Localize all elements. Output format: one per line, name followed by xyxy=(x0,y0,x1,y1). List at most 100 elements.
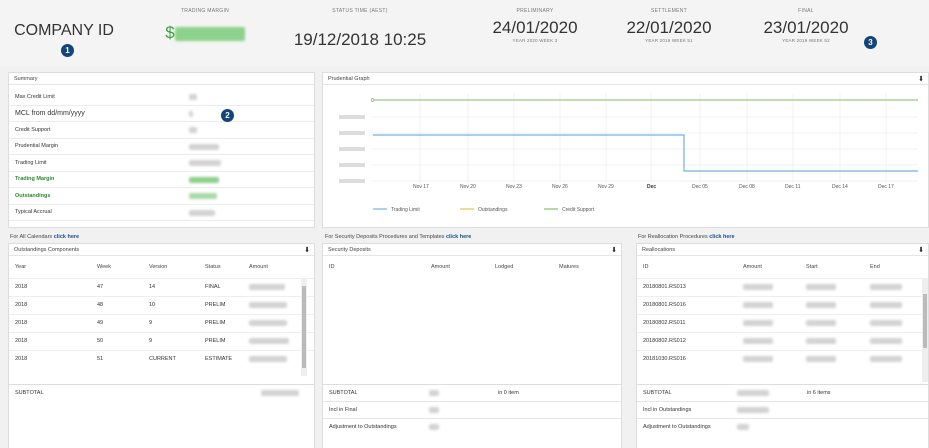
trading-margin-value: $ xyxy=(155,23,255,43)
col-version[interactable]: Version xyxy=(143,256,199,278)
status-time-value: 19/12/2018 10:25 xyxy=(293,30,427,49)
col-amount[interactable]: Amount xyxy=(243,256,314,278)
preliminary-caption: PRELIMINARY xyxy=(516,8,554,14)
security-subtotal-row: SUBTOTAL in 0 item xyxy=(323,384,621,401)
summary-row-outstandings: Outstandings xyxy=(9,188,314,205)
badge-2: 2 xyxy=(221,109,234,122)
x-tick-label: Dec 08 xyxy=(739,184,755,190)
col-week[interactable]: Week xyxy=(91,256,143,278)
x-tick-label: Nov 26 xyxy=(552,184,568,190)
table-row[interactable]: 2018 47 14 FINAL xyxy=(9,277,314,296)
legend-credit-support[interactable]: Credit Support xyxy=(562,207,595,213)
security-deposits-panel: Security Deposits ⬇ ID Amount Lodged Matu… xyxy=(322,243,622,448)
company-id: COMPANY ID xyxy=(14,22,114,39)
col-year[interactable]: Year xyxy=(9,256,91,278)
col-end[interactable]: End xyxy=(864,256,928,278)
reallocation-link[interactable]: click here xyxy=(709,234,734,240)
y-tick-1 xyxy=(339,115,365,119)
grid xyxy=(371,93,918,183)
table-row[interactable]: 20180801.RS013 xyxy=(637,277,928,296)
outstandings-panel: Outstandings Components ⬇ Year Week Versi… xyxy=(8,243,315,448)
table-row[interactable]: 20180801.RS016 xyxy=(637,295,928,314)
preliminary-block: PRELIMINARY 24/01/2020 YEAR 2020 WEEK 3 xyxy=(480,8,590,43)
y-tick-zero: 0 xyxy=(371,98,374,104)
settlement-week: YEAR 2019 WEEK 51 xyxy=(645,38,693,43)
x-tick-label: Dec 05 xyxy=(692,184,708,190)
x-tick-label: Dec xyxy=(647,184,656,190)
security-title: Security Deposits ⬇ xyxy=(323,244,621,256)
security-table: ID Amount Lodged Matures xyxy=(323,256,621,278)
table-row[interactable]: 20181030.RS016 xyxy=(637,349,928,368)
legend-outstandings[interactable]: Outstandings xyxy=(478,207,508,213)
final-date: 23/01/2020 xyxy=(763,18,849,37)
prudential-graph-panel: Prudential Graph ⬇ 0 Nov 17 Nov 20 Nov 2… xyxy=(322,72,929,228)
realloc-incl-row: Incl in Outstandings xyxy=(637,401,928,418)
summary-row-max-credit-limit: Max Credit Limit xyxy=(9,89,314,106)
trading-limit-line xyxy=(373,134,918,172)
summary-row-credit-support: Credit Support xyxy=(9,122,314,139)
y-tick-5 xyxy=(339,179,365,183)
col-status[interactable]: Status xyxy=(199,256,243,278)
realloc-subtotal-row: SUBTOTAL in 6 items xyxy=(637,384,928,401)
trading-margin-block: TRADING MARGIN $ xyxy=(155,8,255,43)
table-row[interactable]: 20180802.RS011 xyxy=(637,313,928,332)
outstandings-table: Year Week Version Status Amount 2018 47 14… xyxy=(9,256,314,368)
x-tick-label: Dec 14 xyxy=(832,184,848,190)
download-icon[interactable]: ⬇ xyxy=(304,246,310,254)
summary-row-typical-accrual: Typical Accrual xyxy=(9,205,314,221)
security-incl-row: Incl in Final xyxy=(323,401,621,418)
table-row[interactable]: 2018 49 9 PRELIM xyxy=(9,313,314,332)
security-link-line: For Security Deposits Procedures and Tem… xyxy=(325,234,472,240)
realloc-item-count: in 6 items xyxy=(807,390,831,396)
col-id[interactable]: ID xyxy=(637,256,737,278)
table-header: ID Amount Start End xyxy=(637,256,928,278)
trading-margin-caption: TRADING MARGIN xyxy=(180,8,230,14)
realloc-scrollbar[interactable] xyxy=(922,278,928,382)
legend-trading-limit[interactable]: Trading Limit xyxy=(391,207,420,213)
table-row[interactable]: 20180802.RS012 xyxy=(637,331,928,350)
col-lodged[interactable]: Lodged xyxy=(489,256,553,278)
y-tick-4 xyxy=(339,163,365,167)
chart-legend[interactable]: Trading Limit Outstandings Credit Suppor… xyxy=(373,207,595,213)
table-row[interactable]: 2018 48 10 PRELIM xyxy=(9,295,314,314)
final-week: YEAR 2019 WEEK 52 xyxy=(782,38,830,43)
outstandings-scrollbar[interactable] xyxy=(301,278,307,376)
download-icon[interactable]: ⬇ xyxy=(611,246,617,254)
scroll-thumb[interactable] xyxy=(923,294,927,348)
status-time-block: STATUS TIME (AEST) 19/12/2018 10:25 xyxy=(290,8,430,50)
summary-row-trading-margin: Trading Margin xyxy=(9,172,314,188)
final-caption: FINAL xyxy=(798,8,814,14)
security-link[interactable]: click here xyxy=(446,234,471,240)
calendars-link-line: For All Calendars click here xyxy=(10,234,80,240)
x-tick-label: Dec 11 xyxy=(785,184,801,190)
x-tick-label: Nov 17 xyxy=(413,184,429,190)
col-amount[interactable]: Amount xyxy=(425,256,489,278)
table-row[interactable]: 2018 50 9 PRELIM xyxy=(9,331,314,350)
badge-3: 3 xyxy=(864,36,877,49)
y-tick-2 xyxy=(339,131,365,135)
table-row[interactable]: 2018 51 CURRENT ESTIMATE xyxy=(9,349,314,368)
col-amount[interactable]: Amount xyxy=(737,256,800,278)
graph-title: Prudential Graph ⬇ xyxy=(323,73,928,85)
status-time-caption: STATUS TIME (AEST) xyxy=(332,8,388,14)
badge-1: 1 xyxy=(61,44,74,57)
download-icon[interactable]: ⬇ xyxy=(918,75,924,83)
company-id-block: COMPANY ID xyxy=(14,22,114,40)
col-id[interactable]: ID xyxy=(323,256,425,278)
preliminary-week: YEAR 2020 WEEK 3 xyxy=(512,38,558,43)
x-tick-label: Nov 20 xyxy=(460,184,476,190)
scroll-thumb[interactable] xyxy=(302,286,306,368)
calendars-link[interactable]: click here xyxy=(54,234,79,240)
col-matures[interactable]: Matures xyxy=(553,256,621,278)
reallocation-link-line: For Reallocation Procedures click here xyxy=(638,234,735,240)
reallocations-panel: Reallocations ⬇ ID Amount Start End 20180… xyxy=(636,243,929,448)
summary-row-mcl-from: MCL from dd/mm/yyyy xyxy=(9,106,314,122)
summary-row-trading-limit: Trading Limit xyxy=(9,155,314,172)
download-icon[interactable]: ⬇ xyxy=(918,246,924,254)
header-bar: COMPANY ID 1 TRADING MARGIN $ STATUS TIM… xyxy=(0,0,929,66)
x-tick-label: Nov 23 xyxy=(506,184,522,190)
col-start[interactable]: Start xyxy=(800,256,864,278)
table-header: Year Week Version Status Amount xyxy=(9,256,314,278)
final-block: FINAL 23/01/2020 YEAR 2019 WEEK 52 xyxy=(751,8,861,43)
preliminary-date: 24/01/2020 xyxy=(492,18,578,37)
